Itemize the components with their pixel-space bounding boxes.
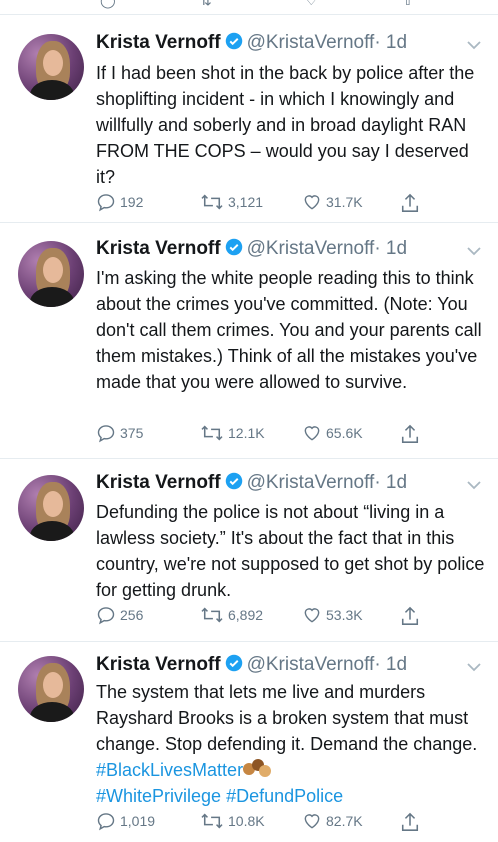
handle[interactable]: @KristaVernoff	[247, 32, 375, 53]
tweet[interactable]: Krista Vernoff @KristaVernoff· 1d Defundi…	[0, 459, 498, 642]
retweet-count: 12.1K	[228, 425, 265, 441]
share-icon	[401, 193, 419, 212]
reply-button[interactable]: 192	[96, 192, 143, 212]
tweet-text: Defunding the police is not about “livin…	[96, 502, 490, 600]
avatar[interactable]	[18, 656, 84, 722]
tweet[interactable]: Krista Vernoff @KristaVernoff· 1d The sys…	[0, 642, 498, 842]
tweet-text: The system that lets me live and murders…	[96, 679, 488, 809]
reply-count: 192	[120, 194, 144, 210]
share-icon	[401, 424, 419, 443]
like-button[interactable]: 65.6K	[302, 423, 363, 443]
chevron-down-icon[interactable]	[466, 244, 482, 262]
handle[interactable]: @KristaVernoff	[247, 238, 375, 259]
tweet[interactable]: Krista Vernoff @KristaVernoff· 1d I'm ask…	[0, 223, 498, 459]
reply-icon	[97, 194, 115, 212]
tweet-actions: 192 3,121 31.7K	[96, 192, 426, 216]
tweet-actions: 375 12.1K 65.6K	[96, 423, 426, 447]
retweet-button[interactable]: 6,892	[200, 605, 263, 625]
reply-count: 256	[120, 607, 144, 623]
reply-button[interactable]: 1,019	[96, 811, 155, 831]
avatar[interactable]	[18, 241, 84, 307]
display-name[interactable]: Krista Vernoff	[96, 32, 221, 53]
heart-icon	[304, 608, 320, 623]
reply-button[interactable]: 256	[96, 605, 143, 625]
retweet-icon	[201, 194, 223, 210]
reply-button[interactable]: 375	[96, 423, 143, 443]
timestamp[interactable]: · 1d	[374, 238, 407, 259]
retweet-count: 6,892	[228, 607, 264, 623]
reply-icon	[97, 813, 115, 831]
retweet-button[interactable]: 12.1K	[200, 423, 265, 443]
retweet-icon	[201, 425, 223, 441]
reply-count: 375	[120, 425, 144, 441]
tweet[interactable]: Krista Vernoff @KristaVernoff· 1d If I ha…	[0, 14, 498, 223]
share-button[interactable]	[400, 423, 424, 445]
like-icon: ♡	[305, 0, 318, 8]
tweet-header: Krista Vernoff @KristaVernoff· 1d	[96, 238, 407, 262]
hashtag-link[interactable]: #DefundPolice	[226, 786, 343, 806]
like-button[interactable]: 31.7K	[302, 192, 363, 212]
display-name[interactable]: Krista Vernoff	[96, 472, 221, 493]
raised-fists-emoji-icon	[243, 759, 272, 779]
verified-badge-icon	[225, 32, 243, 56]
retweet-icon	[201, 813, 223, 829]
reply-icon	[97, 607, 115, 625]
reply-count: 1,019	[120, 813, 156, 829]
hashtag-link[interactable]: #BlackLivesMatter	[96, 760, 243, 780]
timestamp[interactable]: · 1d	[374, 32, 407, 53]
timestamp[interactable]: · 1d	[374, 472, 407, 493]
tweet-actions: 1,019 10.8K 82.7K	[96, 811, 426, 835]
retweet-count: 10.8K	[228, 813, 265, 829]
like-button[interactable]: 53.3K	[302, 605, 363, 625]
chevron-down-icon[interactable]	[466, 38, 482, 56]
tweet-text: I'm asking the white people reading this…	[96, 268, 487, 392]
timestamp[interactable]: · 1d	[374, 654, 407, 675]
tweet-actions: 256 6,892 53.3K	[96, 605, 426, 629]
previous-tweet-actions-cutoff: ◯ ⇅ ♡ ⇧	[0, 0, 498, 15]
display-name[interactable]: Krista Vernoff	[96, 654, 221, 675]
reply-icon: ◯	[100, 0, 116, 8]
share-icon	[401, 812, 419, 831]
avatar[interactable]	[18, 34, 84, 100]
tweet-header: Krista Vernoff @KristaVernoff· 1d	[96, 472, 407, 496]
like-count: 53.3K	[326, 607, 363, 623]
hashtag-link[interactable]: #WhitePrivilege	[96, 786, 221, 806]
handle[interactable]: @KristaVernoff	[247, 654, 375, 675]
heart-icon	[304, 195, 320, 210]
retweet-icon	[201, 607, 223, 623]
chevron-down-icon[interactable]	[466, 660, 482, 678]
like-count: 31.7K	[326, 194, 363, 210]
heart-icon	[304, 426, 320, 441]
retweet-count: 3,121	[228, 194, 264, 210]
share-icon: ⇧	[402, 0, 414, 8]
handle[interactable]: @KristaVernoff	[247, 472, 375, 493]
share-button[interactable]	[400, 811, 424, 833]
retweet-icon: ⇅	[200, 0, 212, 8]
retweet-button[interactable]: 10.8K	[200, 811, 265, 831]
like-count: 65.6K	[326, 425, 363, 441]
share-button[interactable]	[400, 192, 424, 214]
reply-icon	[97, 425, 115, 443]
retweet-button[interactable]: 3,121	[200, 192, 263, 212]
avatar[interactable]	[18, 475, 84, 541]
like-button[interactable]: 82.7K	[302, 811, 363, 831]
like-count: 82.7K	[326, 813, 363, 829]
verified-badge-icon	[225, 654, 243, 678]
tweet-header: Krista Vernoff @KristaVernoff· 1d	[96, 654, 407, 678]
verified-badge-icon	[225, 472, 243, 496]
tweet-text-body: The system that lets me live and murders…	[96, 682, 483, 754]
display-name[interactable]: Krista Vernoff	[96, 238, 221, 259]
share-icon	[401, 606, 419, 625]
tweet-text: If I had been shot in the back by police…	[96, 63, 480, 187]
share-button[interactable]	[400, 605, 424, 627]
tweet-header: Krista Vernoff @KristaVernoff· 1d	[96, 32, 407, 56]
chevron-down-icon[interactable]	[466, 478, 482, 496]
verified-badge-icon	[225, 238, 243, 262]
heart-icon	[304, 814, 320, 829]
